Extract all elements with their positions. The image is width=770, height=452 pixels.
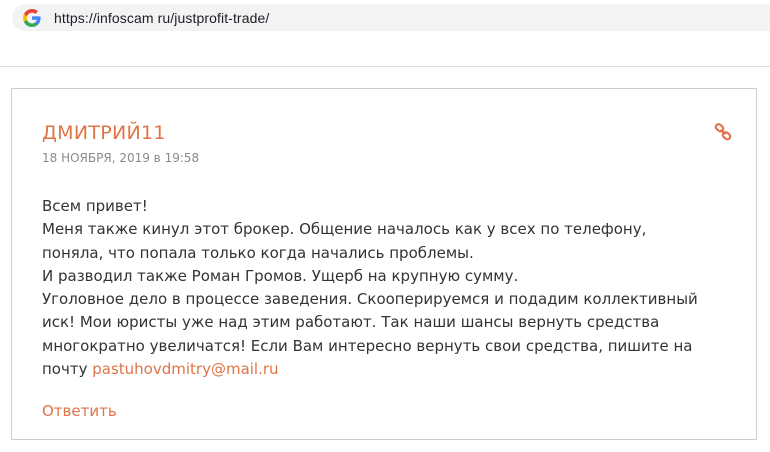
address-bar[interactable]: https://infoscam ru/justprofit-trade/ [12,4,770,31]
email-link[interactable]: pastuhovdmitry@mail.ru [92,360,278,378]
comment-line: Уголовное дело в процессе заведения. Ско… [42,290,698,309]
comment-date: 18 НОЯБРЯ, 2019 в 19:58 [42,151,200,165]
reply-link[interactable]: Ответить [42,402,117,420]
email-prefix: почту [42,360,88,379]
comment-line: Меня также кинул этот брокер. Общение на… [42,220,647,239]
comment-line: иск! Мои юристы уже над этим работают. Т… [42,313,660,332]
comment-line: многократно увеличатся! Если Вам интерес… [42,336,693,355]
comment-line: Всем привет! [42,197,148,215]
comment-author: ДМИТРИЙ11 [42,122,166,144]
link-icon[interactable] [713,122,733,142]
comment-card: ДМИТРИЙ11 18 НОЯБРЯ, 2019 в 19:58 Всем п… [11,88,757,440]
divider [0,66,770,67]
comment-line: И разводил также Роман Громов. Ущерб на … [42,266,519,285]
comment-line: поняла, что попала только когда начались… [42,243,474,262]
url-text[interactable]: https://infoscam ru/justprofit-trade/ [54,10,269,26]
comment-body: Всем привет! Меня также кинул этот броке… [42,195,742,381]
comment-line-last: почту pastuhovdmitry@mail.ru [42,358,742,381]
google-g-icon [22,8,42,28]
